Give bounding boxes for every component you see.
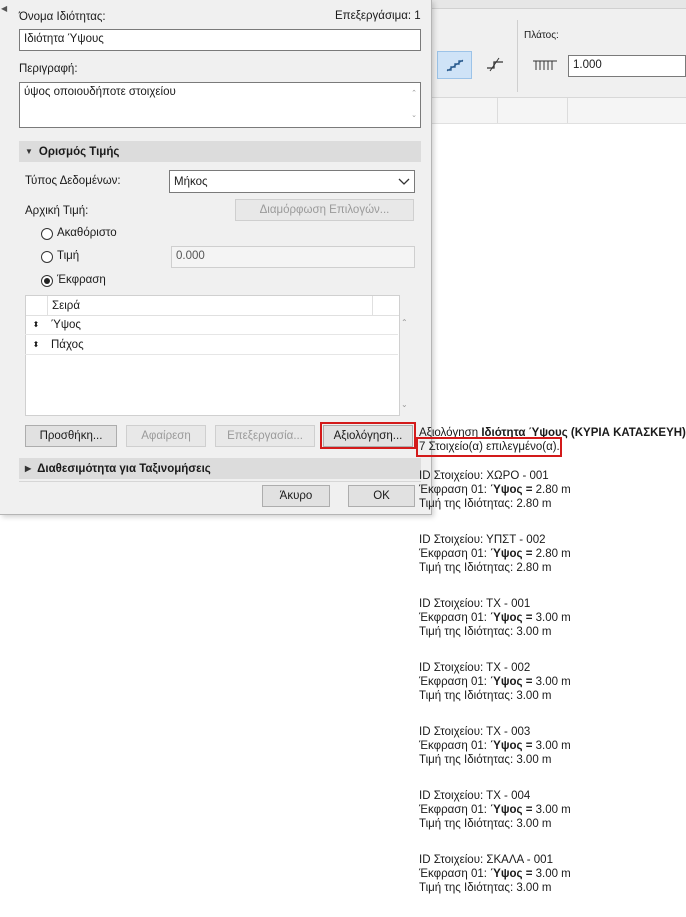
result-value: Τιμή της Ιδιότητας: 3.00 m <box>419 882 552 894</box>
expand-right-icon: ▶ <box>25 464 32 473</box>
width-label: Πλάτος: <box>524 30 559 41</box>
step-tool-button[interactable] <box>478 51 511 77</box>
radio-value[interactable] <box>41 251 53 263</box>
background-title-strip <box>432 0 686 9</box>
editable-count: Επεξεργάσιμα: 1 <box>335 10 421 22</box>
remove-button[interactable]: Αφαίρεση <box>126 425 206 447</box>
description-text: ύψος οποιουδήποτε στοιχείου <box>24 86 176 98</box>
background-toolbar <box>432 0 686 98</box>
radio-expression[interactable] <box>41 275 53 287</box>
default-value-label: Αρχική Τιμή: <box>25 205 89 217</box>
expression-row[interactable]: ⬍ Πάχος <box>25 335 398 355</box>
result-value: Τιμή της Ιδιότητας: 3.00 m <box>419 626 552 638</box>
result-id: ID Στοιχείου: ΧΩΡΟ - 001 <box>419 470 549 482</box>
chevron-down-icon <box>398 178 410 185</box>
list-scroll-down-icon[interactable]: ⌄ <box>401 400 408 409</box>
toolbar-divider <box>517 20 518 92</box>
result-expression: Έκφραση 01: Ύψος = 3.00 m <box>419 612 571 624</box>
result-item: ID Στοιχείου: ΤΧ - 001 Έκφραση 01: Ύψος =… <box>419 597 686 639</box>
stair-tool-button[interactable] <box>437 51 472 79</box>
classification-section[interactable]: ▶ Διαθεσιμότητα για Ταξινομήσεις <box>19 458 421 479</box>
result-value: Τιμή της Ιδιότητας: 3.00 m <box>419 690 552 702</box>
result-expression: Έκφραση 01: Ύψος = 3.00 m <box>419 740 571 752</box>
data-type-value: Μήκος <box>174 175 208 188</box>
value-input[interactable]: 0.000 <box>171 246 415 268</box>
data-type-select[interactable]: Μήκος <box>169 170 415 193</box>
scroll-up-icon[interactable]: ⌃ <box>411 89 417 97</box>
result-expression: Έκφραση 01: Ύψος = 3.00 m <box>419 804 571 816</box>
column-divider <box>497 98 498 123</box>
result-value: Τιμή της Ιδιότητας: 3.00 m <box>419 818 552 830</box>
scroll-down-icon[interactable]: ⌄ <box>411 111 417 119</box>
result-expression: Έκφραση 01: Ύψος = 3.00 m <box>419 868 571 880</box>
result-item: ID Στοιχείου: ΤΧ - 002 Έκφραση 01: Ύψος =… <box>419 661 686 703</box>
result-item: ID Στοιχείου: ΣΚΑΛΑ - 001 Έκφραση 01: Ύψο… <box>419 853 686 895</box>
radio-undefined-label: Ακαθόριστο <box>57 227 117 239</box>
stair-icon <box>446 59 463 72</box>
expand-down-icon: ▼ <box>25 147 33 156</box>
sort-arrows-icon[interactable]: ⬍ <box>25 320 47 329</box>
result-expression: Έκφραση 01: Ύψος = 2.80 m <box>419 484 571 496</box>
order-column-header[interactable]: Σειρά <box>52 300 80 312</box>
evaluation-results: Αξιολόγηση Ιδιότητα Ύψους (ΚΥΡΙΑ ΚΑΤΑΣΚΕ… <box>419 426 686 917</box>
cancel-button[interactable]: Άκυρο <box>262 485 330 507</box>
value-definition-section[interactable]: ▼ Ορισμός Τιμής <box>19 141 421 162</box>
collapse-arrow-icon[interactable]: ◀ <box>1 4 7 13</box>
list-scroll-up-icon[interactable]: ⌃ <box>401 318 408 327</box>
result-id: ID Στοιχείου: ΣΚΑΛΑ - 001 <box>419 854 553 866</box>
result-value: Τιμή της Ιδιότητας: 2.80 m <box>419 562 552 574</box>
result-id: ID Στοιχείου: ΤΧ - 003 <box>419 726 531 738</box>
background-table-header <box>432 98 686 124</box>
evaluate-highlight <box>320 422 416 449</box>
value-definition-title: Ορισμός Τιμής <box>38 145 120 158</box>
width-icon <box>532 58 558 75</box>
edit-button[interactable]: Επεξεργασία... <box>215 425 315 447</box>
sort-arrows-icon[interactable]: ⬍ <box>25 340 47 349</box>
property-name-input[interactable]: Ιδιότητα Ύψους <box>19 29 421 51</box>
result-item: ID Στοιχείου: ΧΩΡΟ - 001 Έκφραση 01: Ύψος… <box>419 469 686 511</box>
ok-button[interactable]: OK <box>348 485 415 507</box>
result-item: ID Στοιχείου: ΥΠΣΤ - 002 Έκφραση 01: Ύψος… <box>419 533 686 575</box>
result-expression: Έκφραση 01: Ύψος = 3.00 m <box>419 676 571 688</box>
result-item: ID Στοιχείου: ΤΧ - 003 Έκφραση 01: Ύψος =… <box>419 725 686 767</box>
result-expression: Έκφραση 01: Ύψος = 2.80 m <box>419 548 571 560</box>
property-name-label: Όνομα Ιδιότητας: <box>19 11 106 23</box>
property-dialog: ◀ Όνομα Ιδιότητας: Επεξεργάσιμα: 1 Ιδιότ… <box>0 0 432 515</box>
expression-name: Πάχος <box>51 338 84 351</box>
evaluation-header-suffix: (ΚΥΡΙΑ ΚΑΤΑΣΚΕΥΗ) <box>567 427 686 439</box>
description-label: Περιγραφή: <box>19 63 78 75</box>
data-type-label: Τύπος Δεδομένων: <box>25 175 121 187</box>
description-textarea[interactable]: ύψος οποιουδήποτε στοιχείου ⌃ ⌄ <box>19 82 421 128</box>
configure-options-button[interactable]: Διαμόρφωση Επιλογών... <box>235 199 414 221</box>
width-input[interactable]: 1.000 <box>568 55 686 77</box>
result-item: ID Στοιχείου: ΤΧ - 004 Έκφραση 01: Ύψος =… <box>419 789 686 831</box>
result-id: ID Στοιχείου: ΤΧ - 001 <box>419 598 531 610</box>
radio-expression-label: Έκφραση <box>57 274 106 286</box>
result-value: Τιμή της Ιδιότητας: 2.80 m <box>419 498 552 510</box>
radio-undefined[interactable] <box>41 228 53 240</box>
column-divider <box>567 98 568 123</box>
result-value: Τιμή της Ιδιότητας: 3.00 m <box>419 754 552 766</box>
step-icon <box>486 57 503 72</box>
result-id: ID Στοιχείου: ΤΧ - 002 <box>419 662 531 674</box>
classification-title: Διαθεσιμότητα για Ταξινομήσεις <box>37 462 211 475</box>
radio-value-label: Τιμή <box>57 250 80 262</box>
add-button[interactable]: Προσθήκη... <box>25 425 117 447</box>
expression-name: Ύψος <box>51 318 81 331</box>
expression-list-header: Σειρά <box>26 296 399 316</box>
result-items: ID Στοιχείου: ΧΩΡΟ - 001 Έκφραση 01: Ύψος… <box>419 469 686 895</box>
selected-count-highlight <box>416 437 562 457</box>
result-id: ID Στοιχείου: ΤΧ - 004 <box>419 790 531 802</box>
expression-row[interactable]: ⬍ Ύψος <box>25 315 398 335</box>
result-id: ID Στοιχείου: ΥΠΣΤ - 002 <box>419 534 546 546</box>
